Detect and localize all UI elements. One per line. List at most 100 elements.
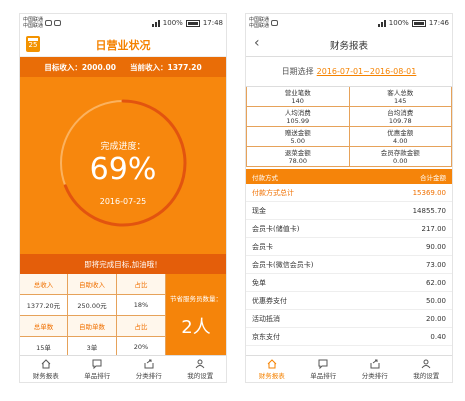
- progress-label: 完成进度：: [100, 142, 146, 152]
- user-icon: [195, 359, 205, 368]
- share-icon: [144, 359, 154, 368]
- payment-amount: 217.00: [421, 224, 447, 233]
- summary-value: 5.00: [290, 136, 305, 145]
- summary-value: 145: [394, 96, 407, 105]
- summary-label: 会员存款金额: [380, 148, 420, 157]
- target-income: 目标收入：2000.00: [44, 62, 116, 73]
- payment-name: 现金: [252, 206, 266, 215]
- signal-icon: [151, 19, 160, 27]
- stat-header: 占比: [117, 316, 166, 337]
- home-icon: [41, 358, 51, 368]
- battery-percent: 100%: [388, 19, 409, 27]
- payment-row: 现金 14855.70: [246, 202, 452, 220]
- tab-category-ranking[interactable]: 分类排行: [349, 356, 401, 382]
- summary-cell: 客人总数 145: [349, 87, 452, 107]
- summary-label: 台均消费: [387, 108, 414, 117]
- payment-total-row: 付款方式总计 15369.00: [246, 184, 452, 202]
- payment-name: 会员卡(储值卡): [252, 224, 300, 233]
- income-summary-bar: 目标收入：2000.00 当前收入：1377.20: [20, 57, 226, 77]
- summary-value: 4.00: [393, 136, 408, 145]
- clock: 17:48: [202, 19, 223, 27]
- tab-item-ranking[interactable]: 单品排行: [72, 356, 124, 382]
- summary-cell: 会员存款金额 0.00: [349, 147, 452, 167]
- tab-finance-report[interactable]: 财务报表: [20, 356, 72, 382]
- summary-cell: 退菜金额 78.00: [247, 147, 350, 167]
- summary-label: 人均消费: [284, 108, 311, 117]
- payment-method-header: 付款方式: [252, 173, 278, 182]
- tab-bar: 财务报表 单品排行 分类排行 我的设置: [246, 355, 452, 382]
- payment-name: 京东支付: [252, 332, 280, 341]
- tab-my-settings[interactable]: 我的设置: [175, 356, 227, 382]
- stat-header: 总单数: [20, 316, 68, 337]
- progress-panel: 完成进度： 69% 2016-07-25: [20, 77, 226, 254]
- payment-name: 付款方式总计: [252, 188, 294, 197]
- battery-icon: [185, 19, 200, 27]
- clock: 17:46: [428, 19, 449, 27]
- payment-row: 会员卡(微信会员卡) 73.00: [246, 256, 452, 274]
- summary-value: 0.00: [393, 156, 408, 165]
- page-title: 日营业状况: [95, 39, 151, 52]
- progress-date: 2016-07-25: [99, 197, 147, 206]
- battery-percent: 100%: [162, 19, 183, 27]
- carrier-2: 中国联通: [23, 23, 44, 29]
- tab-label: 财务报表: [32, 371, 59, 380]
- page-title: 财务报表: [329, 41, 368, 52]
- total-amount-header: 合计金额: [420, 173, 446, 182]
- current-value: 1377.20: [167, 62, 202, 72]
- summary-grid: 营业笔数 140 客人总数 145 人均消费 105.99 台均消费 109.78 赠送金额 5.…: [246, 87, 452, 167]
- payment-amount: 0.40: [430, 332, 446, 341]
- carrier-labels: 中国联通 中国联通: [249, 17, 269, 29]
- date-range-link[interactable]: 2016-07-01~2016-08-01: [317, 67, 417, 76]
- notification-icon: [45, 20, 53, 26]
- tab-category-ranking[interactable]: 分类排行: [123, 356, 175, 382]
- summary-label: 营业笔数: [284, 88, 311, 97]
- home-icon: [267, 358, 277, 368]
- daily-business-screen: 中国联通 中国联通 100% 17:48 25 日营业状况 目标收入：2000.…: [20, 14, 226, 382]
- tab-my-settings[interactable]: 我的设置: [401, 356, 453, 382]
- stat-header: 自助收入: [68, 274, 117, 295]
- payment-amount: 90.00: [425, 242, 446, 251]
- signal-icon: [377, 19, 386, 27]
- status-bar: 中国联通 中国联通 100% 17:46: [246, 14, 452, 32]
- payment-amount: 62.00: [425, 278, 446, 287]
- notification-icon: [271, 20, 279, 26]
- summary-cell: 营业笔数 140: [247, 87, 350, 107]
- payment-amount: 14855.70: [412, 206, 446, 215]
- payment-name: 会员卡: [252, 242, 273, 251]
- payment-table-header: 付款方式 合计金额: [246, 169, 452, 184]
- chat-icon: [92, 359, 102, 369]
- progress-percent: 69%: [89, 152, 157, 187]
- stat-value: 250.00元: [68, 295, 117, 316]
- target-label: 目标收入：: [44, 62, 82, 72]
- summary-cell: 台均消费 109.78: [349, 107, 452, 127]
- tab-label: 分类排行: [361, 371, 388, 380]
- header: ‹ 财务报表: [246, 32, 452, 57]
- payment-name: 优惠券支付: [252, 296, 287, 305]
- summary-label: 赠送金额: [284, 128, 311, 137]
- payment-amount: 20.00: [425, 314, 446, 323]
- carrier-labels: 中国联通 中国联通: [23, 17, 43, 29]
- share-icon: [370, 359, 380, 368]
- summary-value: 109.78: [388, 116, 412, 125]
- stat-header: 占比: [117, 274, 166, 295]
- tab-item-ranking[interactable]: 单品排行: [298, 356, 350, 382]
- stat-header: 总收入: [20, 274, 68, 295]
- payment-amount: 73.00: [425, 260, 446, 269]
- date-selector: 日期选择 2016-07-01~2016-08-01: [246, 57, 452, 87]
- tab-label: 分类排行: [135, 371, 162, 380]
- staff-saved-box: 节省服务员数量： 2人: [166, 274, 226, 358]
- payment-name: 会员卡(微信会员卡): [252, 260, 314, 269]
- summary-label: 客人总数: [387, 88, 414, 97]
- header: 25 日营业状况: [20, 32, 226, 57]
- tab-bar: 财务报表 单品排行 分类排行 我的设置: [20, 355, 226, 382]
- payment-row: 京东支付 0.40: [246, 328, 452, 346]
- tab-label: 我的设置: [187, 371, 214, 380]
- current-label: 当前收入：: [130, 62, 168, 72]
- payment-name: 活动抵消: [252, 314, 280, 323]
- message-icon: [54, 20, 62, 26]
- payment-row: 会员卡(储值卡) 217.00: [246, 220, 452, 238]
- summary-cell: 赠送金额 5.00: [247, 127, 350, 147]
- status-bar: 中国联通 中国联通 100% 17:48: [20, 14, 226, 32]
- stat-value: 1377.20元: [20, 295, 68, 316]
- tab-finance-report[interactable]: 财务报表: [246, 356, 298, 382]
